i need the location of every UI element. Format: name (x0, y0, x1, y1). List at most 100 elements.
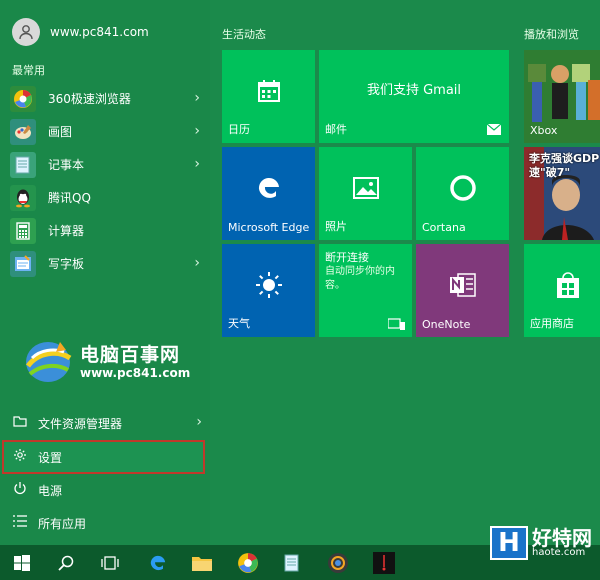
app-paint[interactable]: 画图 › (10, 115, 200, 148)
search-button[interactable] (46, 545, 86, 580)
sync-title: 断开连接 (325, 251, 369, 264)
user-avatar-icon (12, 18, 40, 46)
tile-label: Xbox (530, 124, 558, 137)
user-name: www.pc841.com (50, 25, 149, 39)
tile-photos[interactable]: 照片 (319, 147, 412, 240)
calculator-icon (10, 217, 36, 244)
calendar-icon (257, 79, 280, 102)
wordpad-icon (10, 250, 36, 277)
haote-name: 好特网 (532, 526, 592, 550)
start-button[interactable] (2, 545, 42, 580)
settings-item[interactable]: 设置 (12, 442, 202, 472)
app-label: 写字板 (48, 257, 85, 271)
app-icon (373, 551, 395, 574)
tile-onenote[interactable]: OneNote (416, 244, 509, 337)
tile-label: Microsoft Edge (228, 221, 310, 234)
app-label: 360极速浏览器 (48, 92, 131, 106)
photos-icon (352, 176, 379, 199)
sync-body: 自动同步你的内容。 (325, 266, 395, 291)
app-label: 画图 (48, 125, 73, 139)
app-360-browser[interactable]: 360极速浏览器 › (10, 82, 200, 115)
news-headline: 李克强谈GDP速"破7" (529, 152, 600, 179)
site-logo-icon (25, 342, 72, 382)
windows-logo-icon (14, 554, 30, 571)
all-apps-item[interactable]: 所有应用 (12, 508, 202, 538)
chevron-right-icon[interactable]: › (194, 156, 200, 172)
tile-edge[interactable]: Microsoft Edge (222, 147, 315, 240)
cortana-icon (449, 175, 476, 201)
watermark-url: www.pc841.com (80, 366, 191, 380)
app-qq[interactable]: 腾讯QQ (10, 181, 200, 214)
file-explorer-item[interactable]: 文件资源管理器 › (12, 408, 202, 438)
haote-branding: H 好特网 haote.com (490, 526, 592, 560)
power-icon (12, 481, 28, 499)
start-left-pane: www.pc841.com 最常用 360极速浏览器 › 画图 › 记事本 › (0, 0, 210, 545)
tile-label: Cortana (422, 221, 466, 234)
group-label-play: 播放和浏览 (524, 28, 579, 41)
store-icon (557, 272, 579, 298)
folder-icon (12, 415, 28, 431)
sync-device-icon (388, 318, 405, 330)
chevron-right-icon[interactable]: › (196, 414, 202, 430)
tile-weather[interactable]: 天气 (222, 244, 315, 337)
taskbar-notepad[interactable] (272, 545, 312, 580)
onenote-icon (449, 273, 476, 297)
tile-store[interactable]: 应用商店 (524, 244, 600, 337)
taskbar-360-browser[interactable] (228, 545, 268, 580)
app-label: 腾讯QQ (48, 191, 91, 205)
chevron-right-icon[interactable]: › (194, 90, 200, 106)
tile-label: 应用商店 (530, 317, 574, 330)
qq-icon (10, 184, 36, 211)
power-item[interactable]: 电源 (12, 475, 202, 505)
mail-icon (487, 124, 501, 135)
file-explorer-label: 文件资源管理器 (38, 416, 123, 431)
notepad-icon (10, 151, 36, 178)
list-icon (12, 515, 28, 531)
app-calculator[interactable]: 计算器 (10, 214, 200, 247)
all-apps-label: 所有应用 (38, 516, 87, 531)
most-used-list: 360极速浏览器 › 画图 › 记事本 › 腾讯QQ 计算器 写字板 › (10, 82, 200, 280)
haote-url: haote.com (532, 547, 586, 558)
edge-icon (150, 555, 166, 570)
mail-title: 我们支持 Gmail (366, 83, 462, 98)
power-label: 电源 (38, 483, 63, 498)
folder-icon (192, 556, 212, 571)
tile-mail[interactable]: 我们支持 Gmail 邮件 (319, 50, 509, 143)
task-view-button[interactable] (90, 545, 130, 580)
most-used-label: 最常用 (12, 64, 45, 77)
taskbar-media[interactable] (318, 545, 358, 580)
tile-news[interactable]: 李克强谈GDP速"破7" (524, 147, 600, 240)
site-watermark: 电脑百事网 www.pc841.com (22, 336, 207, 386)
360-browser-icon (238, 552, 258, 573)
taskbar-app[interactable] (364, 545, 404, 580)
tile-cortana[interactable]: Cortana (416, 147, 509, 240)
tile-label: 邮件 (325, 123, 347, 136)
app-notepad[interactable]: 记事本 › (10, 148, 200, 181)
chevron-right-icon[interactable]: › (194, 123, 200, 139)
app-label: 计算器 (48, 224, 85, 238)
chevron-right-icon[interactable]: › (194, 255, 200, 271)
tile-label: 天气 (228, 317, 250, 330)
user-account[interactable]: www.pc841.com (12, 18, 149, 46)
settings-label: 设置 (38, 450, 63, 465)
tile-calendar[interactable]: 日历 (222, 50, 315, 143)
gear-icon (12, 448, 28, 466)
tile-label: 照片 (325, 220, 347, 233)
taskbar-edge[interactable] (138, 545, 178, 580)
360-browser-icon (10, 85, 36, 112)
app-wordpad[interactable]: 写字板 › (10, 247, 200, 280)
app-label: 记事本 (48, 158, 85, 172)
task-view-icon (101, 555, 119, 570)
sun-icon (255, 271, 282, 298)
watermark-title: 电脑百事网 (80, 344, 181, 366)
tile-xbox[interactable]: Xbox (524, 50, 600, 143)
edge-icon (258, 177, 279, 198)
tile-label: OneNote (422, 318, 471, 331)
search-icon (58, 555, 74, 571)
tile-label: 日历 (228, 123, 250, 136)
group-label-life: 生活动态 (222, 28, 266, 41)
haote-logo-icon: H (490, 526, 528, 560)
notepad-icon (284, 554, 299, 571)
tile-sync[interactable]: 断开连接 自动同步你的内容。 (319, 244, 412, 337)
taskbar-explorer[interactable] (182, 545, 222, 580)
